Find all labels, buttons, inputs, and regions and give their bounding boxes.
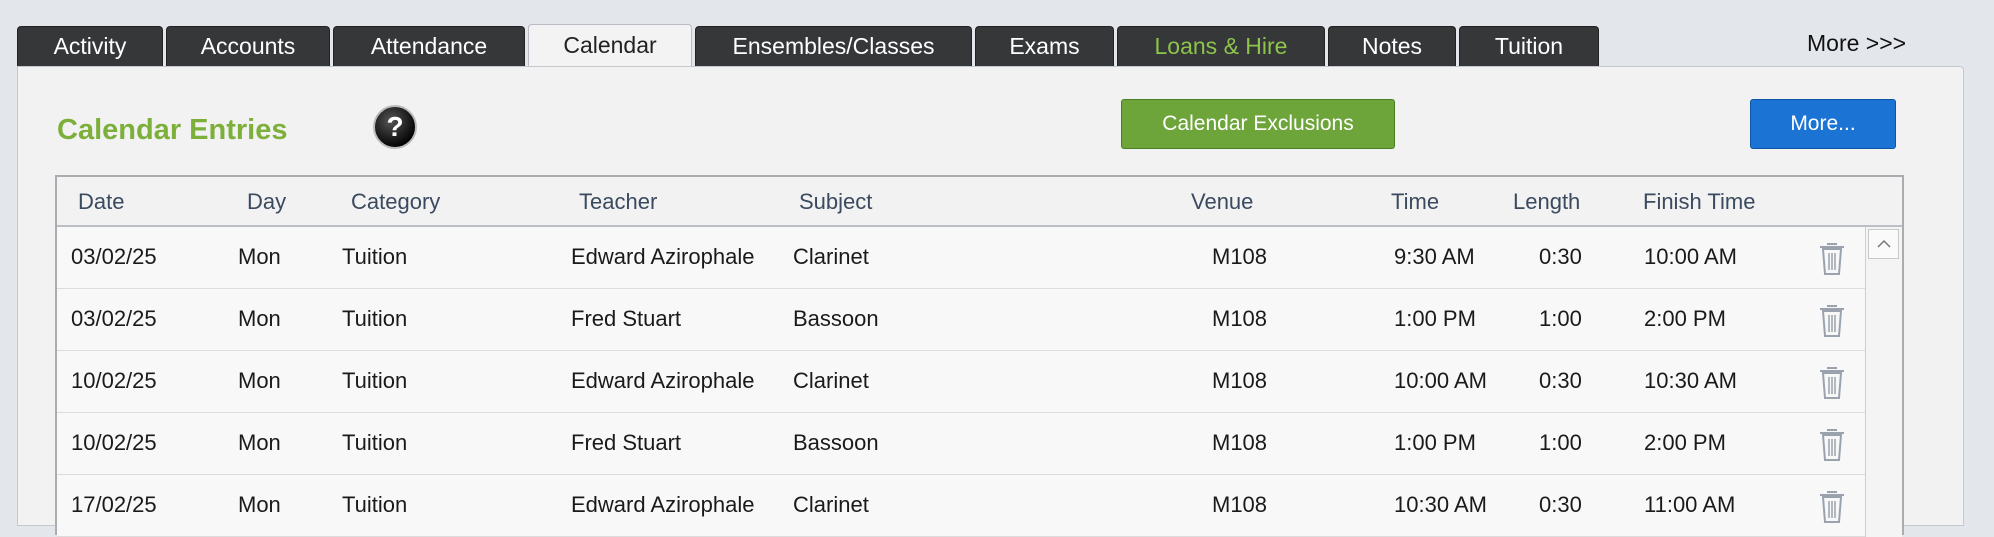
cell-time: 10:30 AM bbox=[1394, 492, 1487, 517]
cell-date: 03/02/25 bbox=[71, 306, 157, 331]
cell-venue: M108 bbox=[1212, 368, 1268, 393]
cell-subject: Bassoon bbox=[793, 430, 879, 455]
trash-icon[interactable] bbox=[1817, 240, 1847, 276]
trash-icon[interactable] bbox=[1817, 302, 1847, 338]
cell-length: 0:30 bbox=[1539, 244, 1582, 269]
cell-venue: M108 bbox=[1212, 244, 1268, 269]
page-title: Calendar Entries bbox=[57, 114, 288, 146]
cell-finish-time: 10:30 AM bbox=[1644, 368, 1737, 393]
cell-teacher: Fred Stuart bbox=[571, 306, 682, 331]
trash-icon[interactable] bbox=[1817, 426, 1847, 462]
table-header: Date Day Category Teacher Subject Venue Time Le… bbox=[57, 177, 1902, 227]
cell-finish-time: 11:00 AM bbox=[1644, 492, 1736, 517]
cell-category: Tuition bbox=[342, 492, 408, 517]
column-header-time[interactable]: Time bbox=[1391, 189, 1439, 215]
tab-activity[interactable]: Activity bbox=[17, 26, 163, 66]
svg-text:?: ? bbox=[386, 111, 403, 142]
vertical-scrollbar[interactable] bbox=[1865, 227, 1902, 537]
column-header-subject[interactable]: Subject bbox=[799, 189, 872, 215]
tab-bar: Activity Accounts Attendance Calendar Ensemb… bbox=[17, 24, 1602, 66]
cell-category: Tuition bbox=[342, 244, 408, 269]
cell-venue: M108 bbox=[1212, 492, 1268, 517]
tab-ensembles-classes[interactable]: Ensembles/Classes bbox=[695, 26, 972, 66]
tab-loans-hire[interactable]: Loans & Hire bbox=[1117, 26, 1325, 66]
tab-tuition[interactable]: Tuition bbox=[1459, 26, 1599, 66]
cell-category: Tuition bbox=[342, 368, 408, 393]
column-header-teacher[interactable]: Teacher bbox=[579, 189, 657, 215]
table-row[interactable]: 10/02/25 Mon Tuition Edward Azirophale Clari… bbox=[57, 351, 1865, 413]
cell-day: Mon bbox=[238, 368, 281, 393]
table-row[interactable]: 10/02/25 Mon Tuition Fred Stuart Bassoon M108… bbox=[57, 413, 1865, 475]
cell-day: Mon bbox=[238, 430, 281, 455]
column-header-date[interactable]: Date bbox=[78, 189, 124, 215]
tab-accounts[interactable]: Accounts bbox=[166, 26, 330, 66]
cell-finish-time: 2:00 PM bbox=[1644, 306, 1726, 331]
cell-subject: Clarinet bbox=[793, 368, 869, 393]
more-tabs-link[interactable]: More >>> bbox=[1807, 30, 1906, 57]
column-header-length[interactable]: Length bbox=[1513, 189, 1580, 215]
cell-length: 1:00 bbox=[1539, 306, 1582, 331]
tab-calendar[interactable]: Calendar bbox=[528, 24, 692, 66]
cell-date: 10/02/25 bbox=[71, 368, 157, 393]
cell-category: Tuition bbox=[342, 306, 408, 331]
cell-subject: Clarinet bbox=[793, 492, 869, 517]
calendar-exclusions-button[interactable]: Calendar Exclusions bbox=[1121, 99, 1395, 149]
table-row[interactable]: 03/02/25 Mon Tuition Edward Azirophale Clari… bbox=[57, 227, 1865, 289]
cell-date: 03/02/25 bbox=[71, 244, 157, 269]
trash-icon[interactable] bbox=[1817, 364, 1847, 400]
cell-time: 10:00 AM bbox=[1394, 368, 1487, 393]
cell-venue: M108 bbox=[1212, 430, 1268, 455]
cell-teacher: Fred Stuart bbox=[571, 430, 682, 455]
cell-teacher: Edward Azirophale bbox=[571, 368, 755, 393]
cell-teacher: Edward Azirophale bbox=[571, 492, 755, 517]
table-body: 03/02/25 Mon Tuition Edward Azirophale Clari… bbox=[57, 227, 1865, 537]
cell-venue: M108 bbox=[1212, 306, 1268, 331]
cell-date: 17/02/25 bbox=[71, 492, 157, 517]
chevron-up-icon[interactable] bbox=[1868, 229, 1899, 259]
cell-time: 1:00 PM bbox=[1394, 306, 1476, 331]
tab-attendance[interactable]: Attendance bbox=[333, 26, 525, 66]
cell-day: Mon bbox=[238, 492, 281, 517]
tab-notes[interactable]: Notes bbox=[1328, 26, 1456, 66]
cell-day: Mon bbox=[238, 306, 281, 331]
cell-category: Tuition bbox=[342, 430, 408, 455]
column-header-day[interactable]: Day bbox=[247, 189, 286, 215]
table-row[interactable]: 03/02/25 Mon Tuition Fred Stuart Bassoon M108… bbox=[57, 289, 1865, 351]
cell-length: 0:30 bbox=[1539, 368, 1582, 393]
help-icon[interactable]: ? bbox=[372, 104, 418, 150]
calendar-panel: Calendar Entries ? Calendar Exclusions M… bbox=[17, 66, 1964, 537]
trash-icon[interactable] bbox=[1817, 488, 1847, 524]
cell-finish-time: 2:00 PM bbox=[1644, 430, 1726, 455]
cell-length: 1:00 bbox=[1539, 430, 1582, 455]
cell-teacher: Edward Azirophale bbox=[571, 244, 755, 269]
cell-subject: Bassoon bbox=[793, 306, 879, 331]
cell-time: 9:30 AM bbox=[1394, 244, 1475, 269]
cell-time: 1:00 PM bbox=[1394, 430, 1476, 455]
cell-finish-time: 10:00 AM bbox=[1644, 244, 1737, 269]
table-row[interactable]: 17/02/25 Mon Tuition Edward Azirophale Clari… bbox=[57, 475, 1865, 537]
cell-subject: Clarinet bbox=[793, 244, 869, 269]
cell-length: 0:30 bbox=[1539, 492, 1582, 517]
column-header-finish-time[interactable]: Finish Time bbox=[1643, 189, 1755, 215]
cell-day: Mon bbox=[238, 244, 281, 269]
calendar-table: Date Day Category Teacher Subject Venue Time Le… bbox=[55, 175, 1904, 537]
column-header-venue[interactable]: Venue bbox=[1191, 189, 1253, 215]
tab-exams[interactable]: Exams bbox=[975, 26, 1114, 66]
cell-date: 10/02/25 bbox=[71, 430, 157, 455]
more-button[interactable]: More... bbox=[1750, 99, 1896, 149]
column-header-category[interactable]: Category bbox=[351, 189, 440, 215]
